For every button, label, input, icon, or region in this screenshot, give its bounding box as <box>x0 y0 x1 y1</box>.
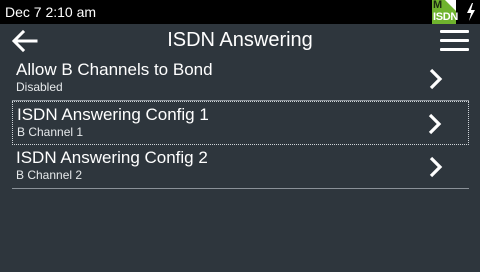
list-item-title: ISDN Answering Config 2 <box>16 148 208 167</box>
chevron-right-icon <box>429 68 443 90</box>
list-item-title: ISDN Answering Config 1 <box>17 105 209 124</box>
list-item-subtitle: B Channel 1 <box>17 125 84 139</box>
list-item-isdn-answering-config-2[interactable]: ISDN Answering Config 2 B Channel 2 <box>12 145 469 189</box>
page-title: ISDN Answering <box>167 29 313 51</box>
list-item-title: Allow B Channels to Bond <box>16 60 213 79</box>
isdn-status-icon: M ISDN <box>432 0 459 24</box>
settings-list: Allow B Channels to Bond Disabled ISDN A… <box>12 57 469 189</box>
list-item-subtitle: B Channel 2 <box>16 168 83 182</box>
status-time: Dec 7 2:10 am <box>5 4 97 20</box>
chevron-right-icon <box>429 156 443 178</box>
lightning-bolt-icon <box>467 3 475 21</box>
isdn-badge-letter: M <box>433 0 443 11</box>
isdn-badge-label: ISDN <box>433 11 459 23</box>
list-item-isdn-answering-config-1[interactable]: ISDN Answering Config 1 B Channel 1 <box>12 101 469 145</box>
list-item-allow-b-channels-bond[interactable]: Allow B Channels to Bond Disabled <box>12 57 469 101</box>
header-bar: ISDN Answering <box>0 24 480 57</box>
status-bar: Dec 7 2:10 am M ISDN <box>0 0 480 24</box>
chevron-right-icon <box>428 113 442 135</box>
list-item-subtitle: Disabled <box>16 80 63 94</box>
hamburger-menu-icon[interactable] <box>440 30 469 52</box>
